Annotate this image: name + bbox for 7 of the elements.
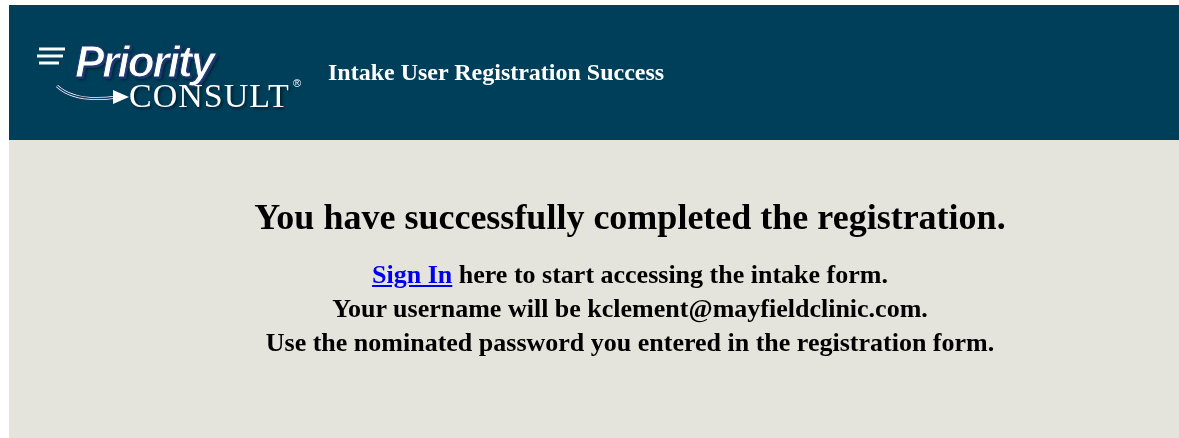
page-title: Intake User Registration Success <box>328 59 665 86</box>
success-heading: You have successfully completed the registration. <box>254 196 1006 238</box>
instruction-text: Use the nominated password you entered in the registration form. <box>265 327 995 359</box>
sign-in-link[interactable]: Sign In <box>372 260 453 289</box>
instruction-text: Your username will be kclement@mayfieldclinic.com. <box>332 293 928 325</box>
instruction-text: Sign In here to start accessing the intake form. <box>372 259 888 291</box>
registered-mark: ® <box>293 76 302 89</box>
